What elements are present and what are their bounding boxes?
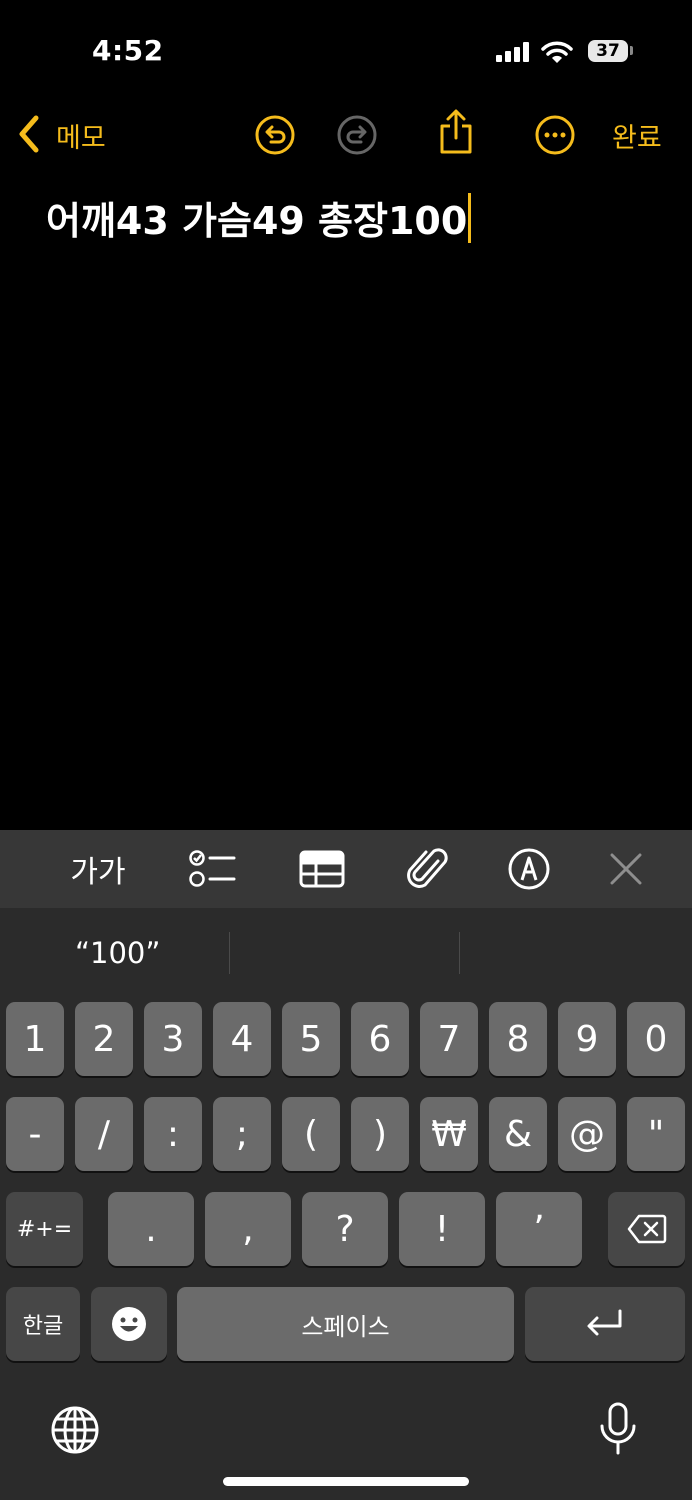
key-1[interactable]: 1	[6, 1002, 64, 1076]
key-8[interactable]: 8	[489, 1002, 547, 1076]
emoji-key[interactable]	[91, 1287, 167, 1361]
key-semicolon[interactable]: ;	[213, 1097, 271, 1171]
back-button[interactable]: 메모	[56, 116, 106, 155]
key-at[interactable]: @	[558, 1097, 616, 1171]
key-slash[interactable]: /	[75, 1097, 133, 1171]
key-0[interactable]: 0	[627, 1002, 685, 1076]
key-hyphen[interactable]: -	[6, 1097, 64, 1171]
key-comma[interactable]: ,	[205, 1192, 291, 1266]
suggestion-divider	[459, 932, 460, 974]
key-open-paren[interactable]: (	[282, 1097, 340, 1171]
key-2[interactable]: 2	[75, 1002, 133, 1076]
share-icon[interactable]	[438, 108, 474, 156]
key-quote[interactable]: "	[627, 1097, 685, 1171]
space-key[interactable]: 스페이스	[177, 1287, 514, 1361]
key-question[interactable]: ?	[302, 1192, 388, 1266]
suggestion-divider	[229, 932, 230, 974]
microphone-icon[interactable]	[598, 1402, 638, 1456]
key-ampersand[interactable]: &	[489, 1097, 547, 1171]
globe-icon[interactable]	[50, 1405, 100, 1455]
key-won[interactable]: ₩	[420, 1097, 478, 1171]
backspace-icon	[627, 1214, 666, 1244]
return-key[interactable]	[525, 1287, 685, 1361]
battery-tip	[630, 46, 633, 55]
key-period[interactable]: .	[108, 1192, 194, 1266]
close-toolbar-icon[interactable]	[604, 830, 648, 908]
note-body[interactable]: 어깨43 가슴49 총장100	[46, 190, 472, 245]
key-close-paren[interactable]: )	[351, 1097, 409, 1171]
delete-key[interactable]	[608, 1192, 685, 1266]
home-indicator[interactable]	[223, 1477, 469, 1486]
key-7[interactable]: 7	[420, 1002, 478, 1076]
text-caret	[468, 193, 472, 243]
markup-pen-icon[interactable]	[506, 830, 552, 908]
cellular-signal-icon	[496, 42, 532, 62]
key-colon[interactable]: :	[144, 1097, 202, 1171]
language-key[interactable]: 한글	[6, 1287, 80, 1361]
key-5[interactable]: 5	[282, 1002, 340, 1076]
checklist-icon[interactable]	[184, 830, 240, 908]
more-options-icon[interactable]	[534, 114, 576, 156]
wifi-icon	[541, 41, 573, 63]
suggestion-1[interactable]: “100”	[75, 936, 160, 970]
battery-icon: 37	[588, 40, 628, 62]
keyboard-toolbar: 가가	[0, 830, 692, 908]
return-icon	[587, 1309, 622, 1336]
status-time: 4:52	[92, 34, 164, 67]
key-3[interactable]: 3	[144, 1002, 202, 1076]
done-button[interactable]: 완료	[612, 116, 662, 155]
symbols-mode-key[interactable]: #+=	[6, 1192, 83, 1266]
back-chevron-icon[interactable]	[14, 114, 42, 154]
table-icon[interactable]	[296, 830, 348, 908]
key-apostrophe[interactable]: ’	[496, 1192, 582, 1266]
key-4[interactable]: 4	[213, 1002, 271, 1076]
emoji-icon	[112, 1307, 146, 1341]
redo-icon[interactable]	[336, 114, 378, 156]
note-text: 어깨43 가슴49 총장100	[46, 199, 468, 243]
key-6[interactable]: 6	[351, 1002, 409, 1076]
key-9[interactable]: 9	[558, 1002, 616, 1076]
undo-icon[interactable]	[254, 114, 296, 156]
format-button[interactable]: 가가	[60, 830, 136, 908]
key-exclamation[interactable]: !	[399, 1192, 485, 1266]
paperclip-icon[interactable]	[404, 830, 450, 908]
